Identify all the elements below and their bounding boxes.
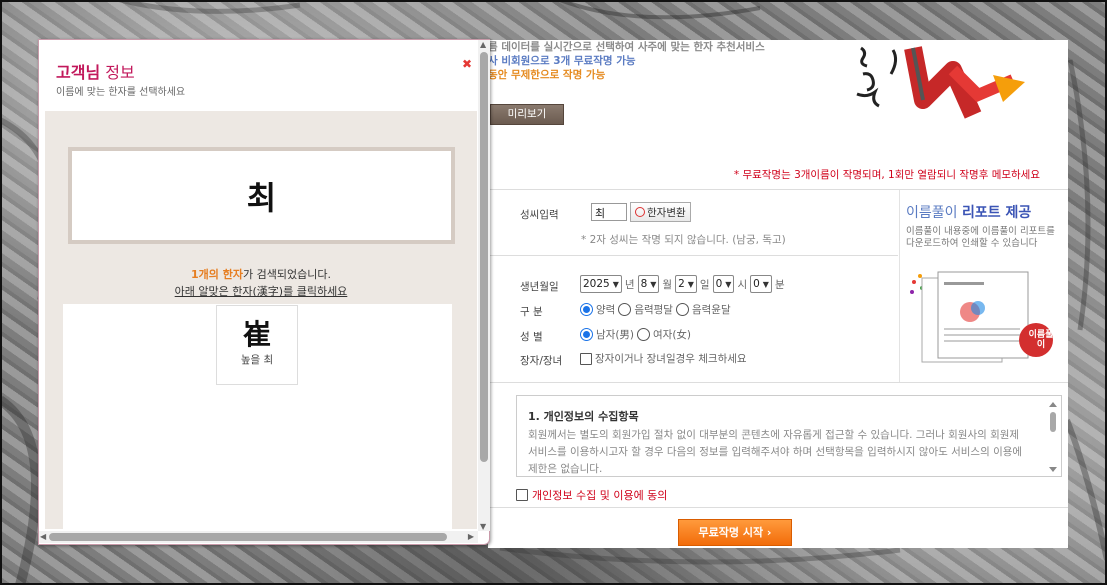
- divider: [488, 255, 898, 256]
- eldest-checkbox[interactable]: [580, 352, 592, 365]
- day-unit: 일: [699, 278, 710, 291]
- preview-button[interactable]: 미리보기: [490, 104, 564, 125]
- popup-title-rest: 정보: [100, 63, 135, 82]
- divider: [488, 507, 1068, 508]
- scroll-left-icon[interactable]: ◀: [40, 531, 46, 543]
- minute-unit: 분: [774, 278, 785, 291]
- popup-title-accent: 고객님: [56, 63, 101, 82]
- surname-note: * 2자 성씨는 작명 되지 않습니다. (남궁, 독고): [581, 234, 786, 246]
- gender-label: 성 별: [520, 331, 543, 343]
- hour-unit: 시: [737, 278, 748, 291]
- month-unit: 월: [662, 278, 673, 291]
- calendar-leap-radio[interactable]: [675, 303, 689, 316]
- hanja-convert-button[interactable]: 한자변환: [630, 202, 691, 222]
- search-result-message: 1개의 한자가 검색되었습니다.: [39, 266, 483, 282]
- popup-vertical-scrollbar[interactable]: ▲ ▼: [478, 40, 490, 531]
- hour-select[interactable]: 0 ▼: [712, 275, 735, 293]
- free-naming-notice: * 무료작명는 3개이름이 작명되며, 1회만 열람되니 작명후 메모하세요: [733, 169, 1040, 181]
- surname-label: 성씨입력: [520, 209, 559, 221]
- result-count: 1개의 한자: [191, 268, 243, 281]
- gender-female-label: 여자(女): [653, 329, 692, 341]
- close-icon[interactable]: ✖: [462, 57, 472, 71]
- popup-horizontal-scrollbar[interactable]: ◀ ▶: [39, 531, 478, 543]
- scroll-down-icon[interactable]: ▼: [480, 522, 486, 531]
- year-select[interactable]: 2025 ▼: [580, 275, 622, 293]
- gender-male-label: 남자(男): [596, 329, 635, 341]
- calendar-solar-radio[interactable]: [580, 303, 593, 316]
- chevron-down-icon: ▼: [725, 279, 732, 289]
- report-promo: 이름풀이 리포트 제공 이름풀이 내용중에 이름풀이 리포트를 다운로드하여 인…: [899, 190, 1066, 382]
- birth-label: 생년월일: [520, 281, 559, 293]
- naming-form-page: 름 데이터를 실시간으로 선택하여 사주에 맞는 한자 추천서비스 사 비회원으…: [488, 40, 1068, 548]
- calendar-type-label: 구 분: [520, 306, 543, 318]
- report-document-image: [910, 271, 1053, 363]
- calendar-lunar-label: 음력평달: [634, 304, 673, 316]
- month-select[interactable]: 8 ▼: [637, 275, 660, 293]
- day-select[interactable]: 2 ▼: [675, 275, 697, 293]
- eldest-text: 장자이거나 장녀일경우 체크하세요: [595, 353, 747, 365]
- gender-female-radio[interactable]: [637, 328, 651, 341]
- popup-subtitle: 이름에 맞는 한자를 선택하세요: [56, 87, 186, 98]
- chevron-down-icon: ▼: [687, 279, 694, 289]
- hanja-convert-label: 한자변환: [647, 206, 686, 219]
- scroll-right-icon[interactable]: ▶: [468, 531, 474, 543]
- calendar-lunar-radio[interactable]: [618, 303, 632, 316]
- divider: [488, 382, 1068, 383]
- report-badge: 이름풀이: [1028, 330, 1054, 350]
- privacy-consent-checkbox[interactable]: [516, 489, 528, 501]
- click-instruction: 아래 알맞은 한자(漢字)를 클릭하세요: [174, 285, 348, 298]
- year-unit: 년: [624, 278, 635, 291]
- name-display: 최: [68, 147, 455, 244]
- terms-heading: 1. 개인정보의 수집항목: [528, 410, 639, 423]
- hanja-select-popup: 고객님 정보 이름에 맞는 한자를 선택하세요 ✖ 최 1개의 한자가 검색되었…: [38, 39, 490, 545]
- hanja-meaning: 높을 최: [240, 354, 274, 366]
- report-description: 이름풀이 내용중에 이름풀이 리포트를 다운로드하여 인쇄할 수 있습니다: [906, 226, 1055, 249]
- chevron-down-icon: ▼: [762, 279, 769, 289]
- popup-title: 고객님 정보: [56, 59, 135, 83]
- calendar-solar-label: 양력: [596, 304, 616, 316]
- privacy-consent-label: 개인정보 수집 및 이용에 동의: [532, 489, 668, 502]
- promo-line-3: 동안 무제한으로 작명 가능: [488, 69, 606, 81]
- result-suffix: 가 검색되었습니다.: [243, 268, 331, 281]
- calligraphy-logo-image: [856, 46, 1025, 119]
- input-form: 성씨입력 최 한자변환 * 2자 성씨는 작명 되지 않습니다. (남궁, 독고…: [488, 190, 898, 382]
- calendar-leap-label: 음력윤달: [691, 304, 731, 316]
- privacy-consent[interactable]: 개인정보 수집 및 이용에 동의: [516, 487, 667, 503]
- hanja-option-card[interactable]: 崔 높을 최: [216, 305, 298, 385]
- privacy-terms-box[interactable]: 1. 개인정보의 수집항목 회원께서는 별도의 회원가입 절차 없이 대부분의 …: [516, 395, 1062, 477]
- eldest-label: 장자/장녀: [520, 355, 563, 367]
- terms-scrollbar[interactable]: [1047, 398, 1059, 476]
- scrollbar-thumb[interactable]: [49, 533, 447, 541]
- chevron-down-icon: ▼: [612, 279, 619, 289]
- promo-line-1: 름 데이터를 실시간으로 선택하여 사주에 맞는 한자 추천서비스: [488, 41, 765, 53]
- report-title: 이름풀이 리포트 제공: [906, 205, 1032, 221]
- promo-text: 름 데이터를 실시간으로 선택하여 사주에 맞는 한자 추천서비스 사 비회원으…: [488, 40, 888, 81]
- chevron-down-icon: ▼: [650, 279, 657, 289]
- gender-male-radio[interactable]: [580, 328, 593, 341]
- start-free-naming-button[interactable]: 무료작명 시작 ›: [678, 519, 792, 546]
- refresh-icon: [635, 207, 645, 217]
- scroll-up-icon[interactable]: ▲: [480, 40, 486, 49]
- promo-line-2: 사 비회원으로 3개 무료작명 가능: [488, 55, 636, 67]
- scrollbar-thumb[interactable]: [480, 52, 488, 462]
- surname-input[interactable]: 최: [591, 203, 627, 221]
- terms-body: 회원께서는 별도의 회원가입 절차 없이 대부분의 콘텐츠에 자유롭게 접근할 …: [528, 429, 1023, 475]
- minute-select[interactable]: 0 ▼: [750, 275, 772, 293]
- hanja-character: 崔: [242, 318, 271, 351]
